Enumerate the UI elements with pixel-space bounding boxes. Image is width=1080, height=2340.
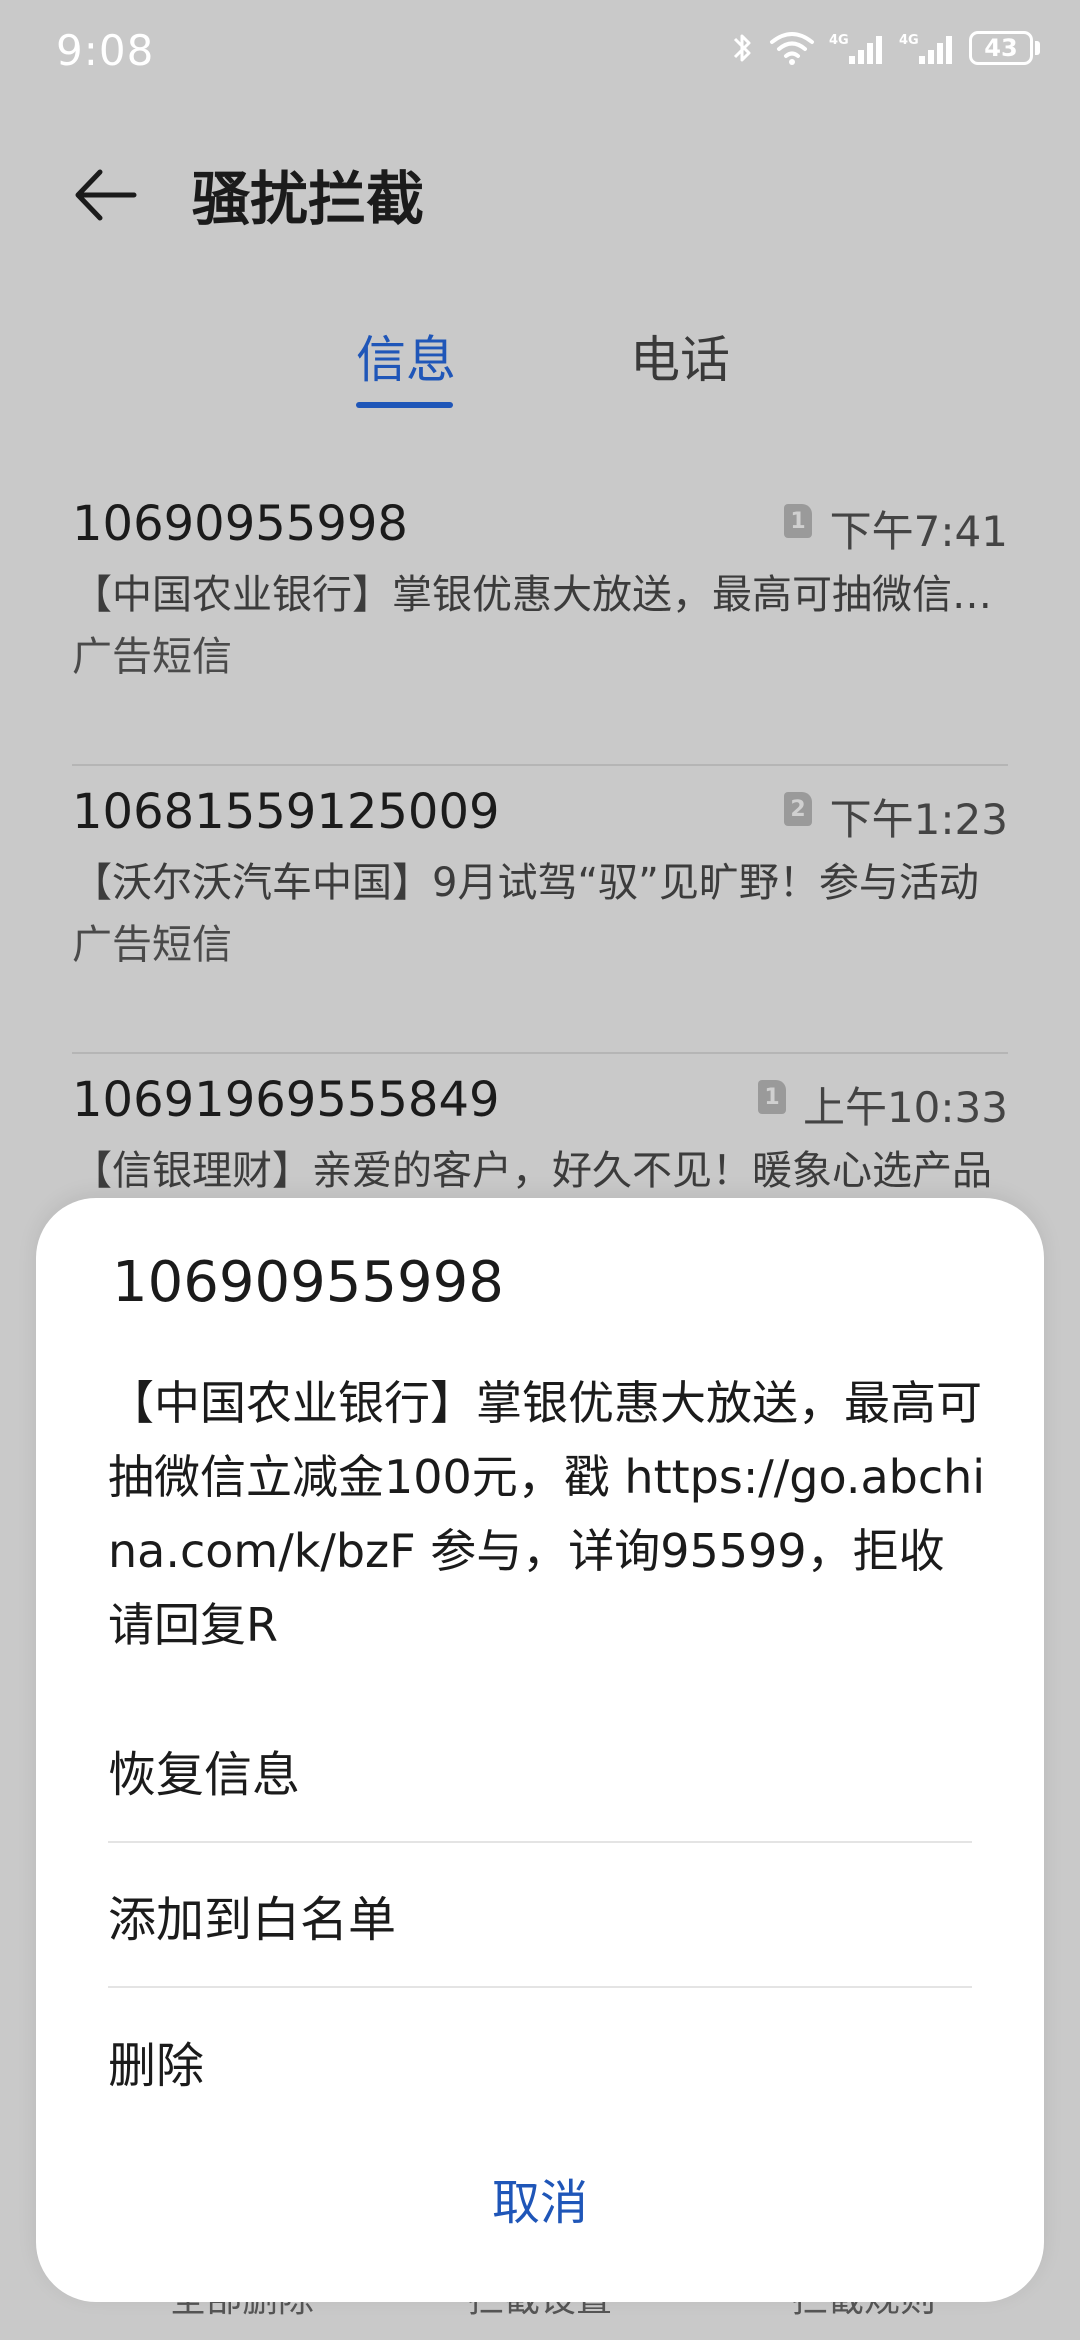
- wifi-icon: [770, 32, 814, 65]
- battery-tip: [1035, 41, 1040, 55]
- back-button[interactable]: [70, 160, 140, 230]
- message-sender: 10691969555849: [72, 1072, 500, 1128]
- header: 骚扰拦截: [0, 140, 1080, 240]
- sim-card-icon: 1: [784, 504, 812, 538]
- signal-icon-2: 4G: [899, 33, 952, 64]
- list-item[interactable]: 10690955998 1 下午7:41 【中国农业银行】掌银优惠大放送，最高可…: [72, 478, 1008, 766]
- sim-card-icon: 1: [758, 1080, 786, 1114]
- battery-level: 43: [969, 31, 1033, 65]
- tab-indicator: [356, 402, 453, 408]
- status-bar: 9:08 4G 4G 43: [0, 0, 1080, 100]
- battery-icon: 43: [969, 31, 1040, 65]
- list-item[interactable]: 10681559125009 2 下午1:23 【沃尔沃汽车中国】9月试驾“驭”…: [72, 766, 1008, 1054]
- bluetooth-icon: [733, 34, 751, 62]
- message-time: 下午7:41: [829, 507, 1008, 556]
- message-action-sheet: 10690955998 【中国农业银行】掌银优惠大放送，最高可抽微信立减金100…: [36, 1198, 1044, 2302]
- screen: 9:08 4G 4G 43 骚扰拦截 信息 电话 10690955998 1 下…: [0, 0, 1080, 2340]
- message-sender: 10681559125009: [72, 784, 500, 840]
- svg-text:4G: 4G: [829, 33, 849, 48]
- status-icons: 4G 4G 43: [731, 30, 1040, 66]
- message-preview: 【信银理财】亲爱的客户，好久不见！暖象心选产品: [72, 1148, 992, 1194]
- message-preview: 【沃尔沃汽车中国】9月试驾“驭”见旷野！参与活动: [72, 860, 979, 906]
- message-time: 下午1:23: [829, 795, 1008, 844]
- back-arrow-icon: [75, 169, 137, 221]
- delete-button[interactable]: 删除: [108, 1988, 972, 2133]
- signal-icon: 4G: [829, 33, 882, 64]
- svg-text:4G: 4G: [899, 33, 919, 48]
- tab-bar: 信息 电话: [0, 320, 1080, 420]
- sheet-action-list: 恢复信息 添加到白名单 删除: [108, 1698, 972, 2133]
- sheet-sender: 10690955998: [112, 1250, 504, 1315]
- message-tag: 广告短信: [72, 634, 232, 680]
- message-tag: 广告短信: [72, 922, 232, 968]
- cancel-button[interactable]: 取消: [36, 2163, 1044, 2233]
- message-time: 上午10:33: [802, 1083, 1008, 1132]
- restore-message-button[interactable]: 恢复信息: [108, 1698, 972, 1843]
- sheet-message-body: 【中国农业银行】掌银优惠大放送，最高可抽微信立减金100元，戳 https://…: [108, 1376, 986, 1652]
- add-to-whitelist-button[interactable]: 添加到白名单: [108, 1843, 972, 1988]
- page-title: 骚扰拦截: [192, 165, 425, 233]
- status-time: 9:08: [56, 26, 155, 75]
- sim-card-icon: 2: [784, 792, 812, 826]
- tab-messages[interactable]: 信息: [356, 320, 456, 392]
- message-sender: 10690955998: [72, 496, 408, 552]
- tab-calls[interactable]: 电话: [630, 320, 730, 392]
- message-preview: 【中国农业银行】掌银优惠大放送，最高可抽微信立减金100元: [72, 572, 1008, 618]
